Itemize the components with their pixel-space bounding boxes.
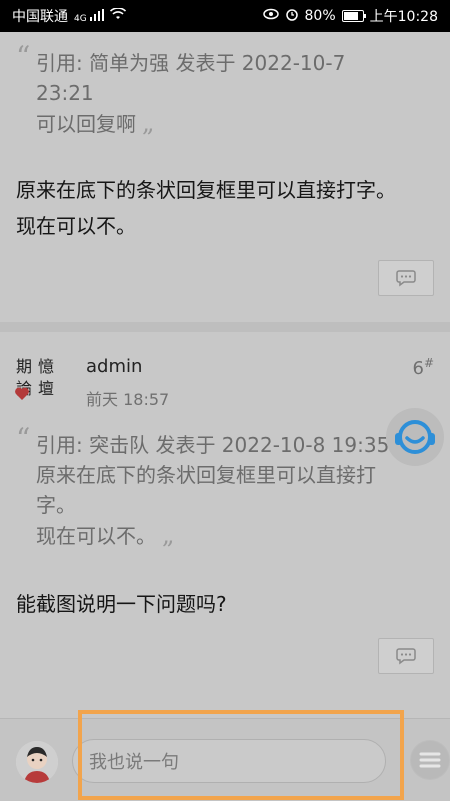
status-bar: 中国联通 4G 80% 上午10:28 — [0, 0, 450, 32]
quote-line: 可以回复啊 „ — [36, 109, 155, 137]
post-body: 原来在底下的条状回复框里可以直接打字。 现在可以不。 — [16, 172, 434, 244]
post-body-line: 现在可以不。 — [16, 214, 136, 238]
menu-button[interactable] — [410, 740, 450, 780]
reply-button[interactable] — [378, 260, 434, 296]
battery-percent: 80% — [304, 8, 336, 24]
quote-line: 现在可以不。 „ — [36, 521, 175, 549]
headset-icon — [395, 420, 435, 454]
close-quote-icon: „ — [162, 521, 175, 549]
battery-icon — [341, 10, 366, 22]
floor-number: 6# — [412, 356, 434, 379]
quote-line: 引用: 突击队 发表于 2022-10-8 19:35 — [36, 433, 390, 457]
clock: 上午10:28 — [369, 9, 438, 25]
quote-block: “ 引用: 突击队 发表于 2022-10-8 19:35 原来在底下的条状回复… — [16, 424, 426, 551]
post-divider — [0, 322, 450, 332]
open-quote-icon: “ — [16, 422, 31, 455]
quote-line: 23:21 — [36, 81, 94, 105]
close-quote-icon: „ — [142, 109, 155, 137]
heart-icon — [15, 387, 29, 400]
customer-service-button[interactable] — [386, 408, 444, 466]
carrier-name: 中国联通 — [12, 9, 68, 25]
alarm-icon — [285, 7, 299, 25]
comment-icon — [396, 648, 416, 665]
open-quote-icon: “ — [16, 40, 31, 73]
comment-icon — [396, 270, 416, 287]
quote-line: 字。 — [36, 493, 76, 517]
wifi-icon — [109, 7, 126, 24]
signal-icon: 4G — [74, 8, 104, 24]
eye-icon — [262, 8, 279, 24]
highlight-box — [78, 710, 404, 800]
user-avatar[interactable] — [16, 741, 58, 783]
post-body-line: 原来在底下的条状回复框里可以直接打字。 — [16, 178, 396, 202]
forum-logo-avatar[interactable]: 期 憶 論 壇 — [15, 356, 72, 410]
avatar-icon — [16, 741, 58, 783]
menu-icon — [411, 741, 449, 779]
post-time: 前天 18:57 — [86, 390, 170, 409]
reply-button[interactable] — [378, 638, 434, 674]
quote-line: 引用: 简单为强 发表于 2022-10-7 — [36, 51, 346, 75]
post-top: “ 引用: 简单为强 发表于 2022-10-7 23:21 可以回复啊 „ 原来… — [0, 32, 450, 322]
post-username[interactable]: admin — [86, 356, 142, 377]
thread-content: “ 引用: 简单为强 发表于 2022-10-7 23:21 可以回复啊 „ 原来… — [0, 32, 450, 710]
quote-block: “ 引用: 简单为强 发表于 2022-10-7 23:21 可以回复啊 „ — [16, 42, 432, 139]
post-body: 能截图说明一下问题吗? — [16, 592, 227, 616]
quote-line: 原来在底下的条状回复框里可以直接打 — [36, 463, 376, 487]
post-6: 期 憶 論 壇 admin 前天 18:57 6# “ 引用: 突击队 发表于 … — [0, 332, 450, 710]
